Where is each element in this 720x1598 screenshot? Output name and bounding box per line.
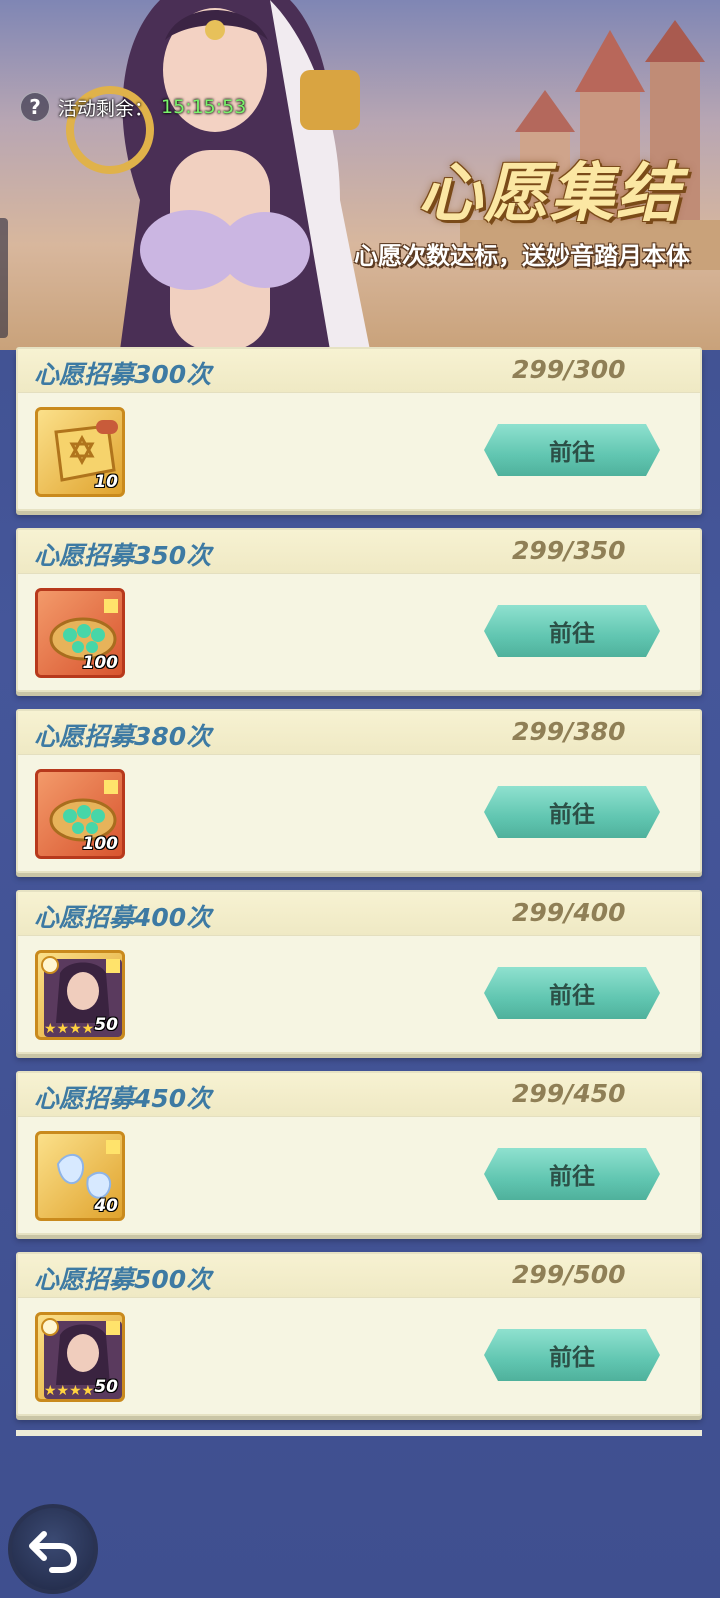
list-bottom-divider [16,1430,702,1436]
reward-item[interactable]: 100 [35,588,125,678]
go-button[interactable]: 前往 [484,605,660,657]
countdown-row: ? 活动剩余： 15:15:53 [20,92,246,122]
task-header: 心愿招募300次 299/300 [18,349,700,393]
reward-quantity: 100 [82,834,119,854]
task-name: 心愿招募400次 [34,903,212,932]
task-card: 心愿招募400次 299/400 ★★★★ 50 前往 [16,890,702,1054]
go-button[interactable]: 前往 [484,786,660,838]
event-title: 心愿集结 [418,157,682,231]
task-header: 心愿招募400次 299/400 [18,892,700,936]
task-name: 心愿招募350次 [34,541,212,570]
undo-arrow-icon [29,1531,78,1573]
task-card: 心愿招募450次 299/450 40 前往 [16,1071,702,1235]
reward-item[interactable]: 10 [35,407,125,497]
task-card: 心愿招募380次 299/380 100 前往 [16,709,702,873]
reward-quantity: 40 [94,1196,118,1216]
side-handle [0,218,8,338]
hero-portrait [66,0,370,350]
go-button[interactable]: 前往 [484,1148,660,1200]
task-header: 心愿招募450次 299/450 [18,1073,700,1117]
task-progress: 299/380 [512,717,626,746]
task-name: 心愿招募300次 [34,360,212,389]
task-progress: 299/350 [512,536,626,565]
task-name: 心愿招募500次 [34,1265,212,1294]
task-progress: 299/300 [512,355,626,384]
task-name: 心愿招募380次 [34,722,212,751]
task-progress: 299/400 [512,898,626,927]
event-subtitle: 心愿次数达标，送妙音踏月本体 [354,242,690,270]
go-button[interactable]: 前往 [484,1329,660,1381]
task-header: 心愿招募380次 299/380 [18,711,700,755]
go-button[interactable]: 前往 [484,424,660,476]
reward-quantity: 100 [82,653,119,673]
countdown-label: 活动剩余： [58,97,154,120]
task-card: 心愿招募500次 299/500 ★★★★ 50 前往 [16,1252,702,1416]
task-header: 心愿招募500次 299/500 [18,1254,700,1298]
svg-text:★★★★: ★★★★ [44,1383,94,1399]
back-button[interactable] [8,1504,98,1594]
task-name: 心愿招募450次 [34,1084,212,1113]
reward-quantity: 50 [94,1015,118,1035]
svg-text:★★★★: ★★★★ [44,1021,94,1037]
reward-item[interactable]: 40 [35,1131,125,1221]
task-card: 心愿招募300次 299/300 10 前往 [16,347,702,511]
event-banner: ? 活动剩余： 15:15:53 心愿集结 心愿次数达标，送妙音踏月本体 [0,0,720,350]
countdown-value: 15:15:53 [161,96,247,118]
reward-quantity: 10 [94,472,118,492]
reward-item[interactable]: ★★★★ 50 [35,1312,125,1402]
go-button[interactable]: 前往 [484,967,660,1019]
reward-item[interactable]: ★★★★ 50 [35,950,125,1040]
reward-item[interactable]: 100 [35,769,125,859]
task-header: 心愿招募350次 299/350 [18,530,700,574]
reward-quantity: 50 [94,1377,118,1397]
task-progress: 299/500 [512,1260,626,1289]
task-card: 心愿招募350次 299/350 100 前往 [16,528,702,692]
task-progress: 299/450 [512,1079,626,1108]
help-icon[interactable]: ? [20,92,50,122]
